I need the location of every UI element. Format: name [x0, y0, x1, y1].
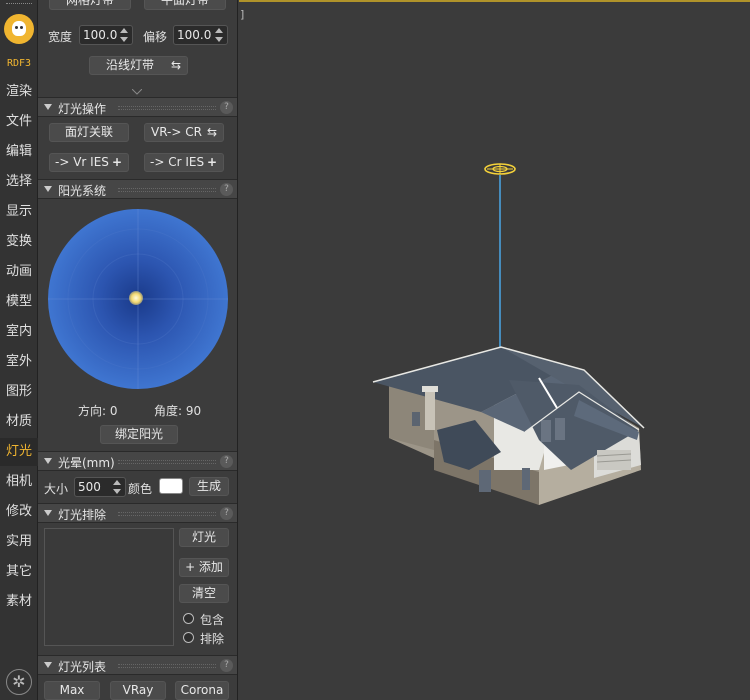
strip-item-transform[interactable]: 变换: [0, 228, 38, 256]
sun-light-gizmo[interactable]: [484, 163, 516, 175]
grid-strip-button[interactable]: 网格灯带: [49, 0, 131, 10]
spinner-arrows-icon[interactable]: [213, 27, 225, 43]
strip-item-assets[interactable]: 素材: [0, 588, 38, 616]
collapse-triangle-icon: [44, 104, 52, 110]
viewport-scene: [372, 163, 645, 505]
plane-strip-button[interactable]: 平面灯带: [144, 0, 226, 10]
halo-size-value: 500: [78, 480, 101, 494]
strip-item-select[interactable]: 选择: [0, 168, 38, 196]
direction-readout: 方向: 0: [78, 404, 118, 418]
color-label: 颜色: [128, 482, 153, 496]
section-title: 灯光排除: [58, 508, 107, 522]
vray-lights-button[interactable]: VRay: [110, 681, 166, 700]
width-spinner[interactable]: 100.0: [79, 25, 133, 45]
section-title: 阳光系统: [58, 184, 107, 198]
section-title: 光晕(mm): [58, 456, 115, 470]
strip-item-other[interactable]: 其它: [0, 558, 38, 586]
strip-item-light[interactable]: 灯光: [0, 438, 38, 466]
brand-label: RDF3: [6, 58, 32, 69]
strip-item-model[interactable]: 模型: [0, 288, 38, 316]
include-radio[interactable]: [183, 613, 194, 624]
strip-item-modify[interactable]: 修改: [0, 498, 38, 526]
face-light-link-button[interactable]: 面灯关联: [49, 123, 129, 142]
help-icon[interactable]: ?: [220, 455, 233, 468]
strip-item-utility[interactable]: 实用: [0, 528, 38, 556]
offset-label: 偏移: [143, 30, 168, 44]
section-header-light-ops[interactable]: 灯光操作 ?: [38, 97, 237, 117]
collapse-triangle-icon: [44, 458, 52, 464]
section-title: 灯光列表: [58, 660, 107, 674]
strip-item-display[interactable]: 显示: [0, 198, 38, 226]
collapse-chevron-icon[interactable]: [131, 84, 143, 95]
strip-item-animation[interactable]: 动画: [0, 258, 38, 286]
tool-panel: 网格灯带 平面灯带 宽度 100.0 偏移 100.0 沿线灯带 ⇆ 灯光操作 ?…: [38, 0, 238, 700]
strip-item-render[interactable]: 渲染: [0, 78, 38, 106]
vr-to-cr-button[interactable]: VR-> CR ⇆: [144, 123, 224, 142]
size-label: 大小: [44, 482, 69, 496]
generate-halo-button[interactable]: 生成: [189, 477, 229, 496]
exclude-radio[interactable]: [183, 632, 194, 643]
section-header-sun[interactable]: 阳光系统 ?: [38, 179, 237, 199]
section-header-exclude[interactable]: 灯光排除 ?: [38, 503, 237, 523]
width-value: 100.0: [83, 28, 118, 42]
to-vr-ies-button[interactable]: -> Vr IES +: [49, 153, 129, 172]
angle-value: 90: [185, 404, 202, 418]
settings-gear-icon[interactable]: ✲: [6, 669, 32, 695]
max-lights-button[interactable]: Max: [44, 681, 100, 700]
to-vr-ies-label: -> Vr IES: [55, 155, 109, 169]
clear-exclude-button[interactable]: 清空: [179, 584, 229, 603]
help-icon[interactable]: ?: [220, 507, 233, 520]
section-header-halo[interactable]: 光晕(mm) ?: [38, 451, 237, 471]
strip-item-camera[interactable]: 相机: [0, 468, 38, 496]
sun-position-handle[interactable]: [129, 291, 143, 305]
strip-item-material[interactable]: 材质: [0, 408, 38, 436]
width-label: 宽度: [48, 30, 73, 44]
to-cr-ies-label: -> Cr IES: [150, 155, 205, 169]
pick-light-button[interactable]: 灯光: [179, 528, 229, 547]
section-header-light-list[interactable]: 灯光列表 ?: [38, 655, 237, 675]
include-label: 包含: [200, 613, 225, 627]
angle-readout: 角度: 90: [154, 404, 202, 418]
offset-spinner[interactable]: 100.0: [173, 25, 228, 45]
spinner-arrows-icon[interactable]: [111, 479, 123, 495]
swap-icon: ⇆: [206, 125, 217, 139]
offset-value: 100.0: [177, 28, 212, 42]
3d-viewport[interactable]: ]: [239, 0, 750, 700]
house-model[interactable]: [372, 346, 645, 505]
collapse-triangle-icon: [44, 662, 52, 668]
bind-sun-button[interactable]: 绑定阳光: [100, 425, 178, 444]
help-icon[interactable]: ?: [220, 101, 233, 114]
halo-size-spinner[interactable]: 500: [74, 477, 126, 497]
strip-grip[interactable]: [6, 3, 32, 6]
strip-item-exterior[interactable]: 室外: [0, 348, 38, 376]
plus-icon: +: [111, 155, 122, 169]
section-title: 灯光操作: [58, 102, 107, 116]
help-icon[interactable]: ?: [220, 183, 233, 196]
strip-item-edit[interactable]: 编辑: [0, 138, 38, 166]
strip-item-shape[interactable]: 图形: [0, 378, 38, 406]
swap-icon: ⇆: [170, 58, 181, 72]
along-line-strip-button[interactable]: 沿线灯带 ⇆: [89, 56, 188, 75]
collapse-triangle-icon: [44, 186, 52, 192]
app-window: RDF3 渲染 文件 编辑 选择 显示 变换 动画 模型 室内 室外 图形 材质 灯光 相机 修改 实用 其它素…: [0, 0, 750, 700]
plus-icon: +: [206, 155, 217, 169]
vr-to-cr-label: VR-> CR: [151, 125, 202, 139]
logo-icon[interactable]: [4, 14, 34, 44]
to-cr-ies-button[interactable]: -> Cr IES +: [144, 153, 224, 172]
strip-item-interior[interactable]: 室内: [0, 318, 38, 346]
help-icon[interactable]: ?: [220, 659, 233, 672]
exclude-object-list[interactable]: [44, 528, 174, 646]
direction-value: 0: [109, 404, 118, 418]
strip-item-file[interactable]: 文件: [0, 108, 38, 136]
halo-color-swatch[interactable]: [159, 478, 183, 494]
collapse-triangle-icon: [44, 510, 52, 516]
exclude-label: 排除: [200, 632, 225, 646]
along-line-label: 沿线灯带: [106, 58, 155, 72]
corona-lights-button[interactable]: Corona: [175, 681, 229, 700]
spinner-arrows-icon[interactable]: [118, 27, 130, 43]
add-exclude-button[interactable]: + 添加: [179, 558, 229, 577]
tool-strip: RDF3 渲染 文件 编辑 选择 显示 变换 动画 模型 室内 室外 图形 材质 灯光 相机 修改 实用 其它素…: [0, 0, 38, 700]
